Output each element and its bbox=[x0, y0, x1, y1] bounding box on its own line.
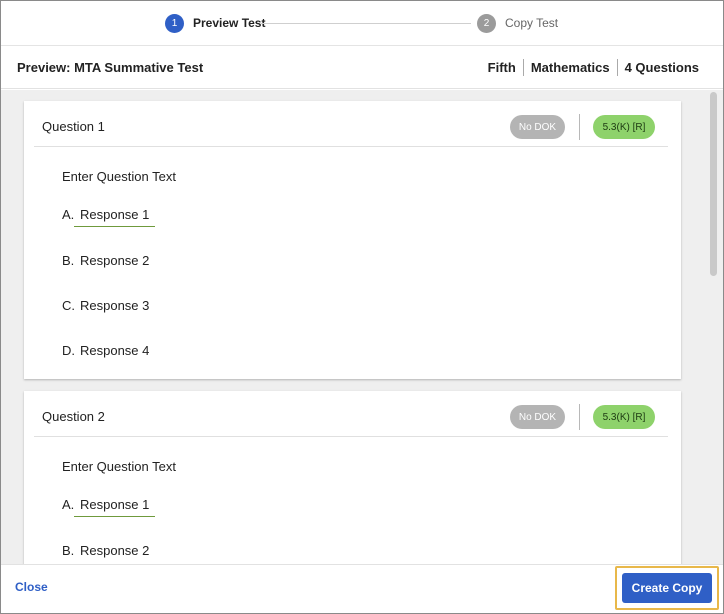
response-text: Response 1 bbox=[74, 207, 156, 227]
preview-test-modal: 1 Preview Test 2 Copy Test Preview: MTA … bbox=[0, 0, 724, 614]
create-copy-highlight: Create Copy bbox=[615, 566, 719, 610]
preview-header: Preview: MTA Summative Test Fifth Mathem… bbox=[1, 47, 723, 89]
question-title: Question 2 bbox=[42, 409, 105, 424]
close-button[interactable]: Close bbox=[15, 580, 48, 594]
header-divider bbox=[34, 146, 668, 147]
dok-badge: No DOK bbox=[510, 115, 565, 139]
subject-label: Mathematics bbox=[530, 60, 610, 75]
create-copy-button[interactable]: Create Copy bbox=[622, 573, 712, 603]
scrollbar-thumb[interactable] bbox=[710, 92, 717, 276]
questions-scroll-area[interactable]: Question 1 No DOK 5.3(K) [R] Enter Quest… bbox=[1, 90, 723, 564]
step-preview-test: 1 Preview Test bbox=[165, 13, 265, 33]
question-card: Question 1 No DOK 5.3(K) [R] Enter Quest… bbox=[24, 101, 681, 379]
question-card-header: Question 1 No DOK 5.3(K) [R] bbox=[24, 101, 681, 147]
grade-label: Fifth bbox=[487, 60, 516, 75]
response-text: Response 2 bbox=[80, 253, 150, 268]
step-copy-test: 2 Copy Test bbox=[477, 13, 558, 33]
test-meta: Fifth Mathematics 4 Questions bbox=[488, 59, 699, 76]
standard-badge: 5.3(K) [R] bbox=[593, 115, 655, 139]
response-option: B. Response 2 bbox=[62, 543, 149, 562]
question-card: Question 2 No DOK 5.3(K) [R] Enter Quest… bbox=[24, 391, 681, 564]
header-divider bbox=[34, 436, 668, 437]
response-option: D. Response 4 bbox=[62, 343, 149, 362]
response-text: Response 4 bbox=[80, 343, 150, 358]
question-text: Enter Question Text bbox=[62, 169, 176, 184]
response-option: A. Response 1 bbox=[62, 207, 156, 227]
standard-badge: 5.3(K) [R] bbox=[593, 405, 655, 429]
response-option: C. Response 3 bbox=[62, 298, 149, 317]
step-connector bbox=[261, 23, 471, 24]
dok-badge: No DOK bbox=[510, 405, 565, 429]
response-letter: C. bbox=[62, 298, 75, 313]
step-label: Preview Test bbox=[193, 16, 266, 30]
meta-divider bbox=[522, 59, 524, 76]
response-text: Response 2 bbox=[80, 543, 150, 558]
response-text: Response 3 bbox=[80, 298, 150, 313]
meta-divider bbox=[616, 59, 618, 76]
step-number: 1 bbox=[165, 13, 184, 33]
question-card-header: Question 2 No DOK 5.3(K) [R] bbox=[24, 391, 681, 437]
response-option: A. Response 1 bbox=[62, 497, 156, 517]
question-count: 4 Questions bbox=[624, 60, 699, 75]
response-text: Response 1 bbox=[74, 497, 156, 517]
badge-divider bbox=[579, 404, 580, 430]
page-title: Preview: MTA Summative Test bbox=[17, 60, 204, 75]
modal-footer: Close Create Copy bbox=[1, 564, 723, 613]
response-letter: B. bbox=[62, 253, 75, 268]
question-text: Enter Question Text bbox=[62, 459, 176, 474]
response-letter: D. bbox=[62, 343, 75, 358]
question-title: Question 1 bbox=[42, 119, 105, 134]
badge-divider bbox=[579, 114, 580, 140]
response-option: B. Response 2 bbox=[62, 253, 149, 272]
stepper: 1 Preview Test 2 Copy Test bbox=[1, 1, 723, 46]
step-number: 2 bbox=[477, 13, 496, 33]
step-label: Copy Test bbox=[505, 16, 559, 30]
response-letter: B. bbox=[62, 543, 75, 558]
